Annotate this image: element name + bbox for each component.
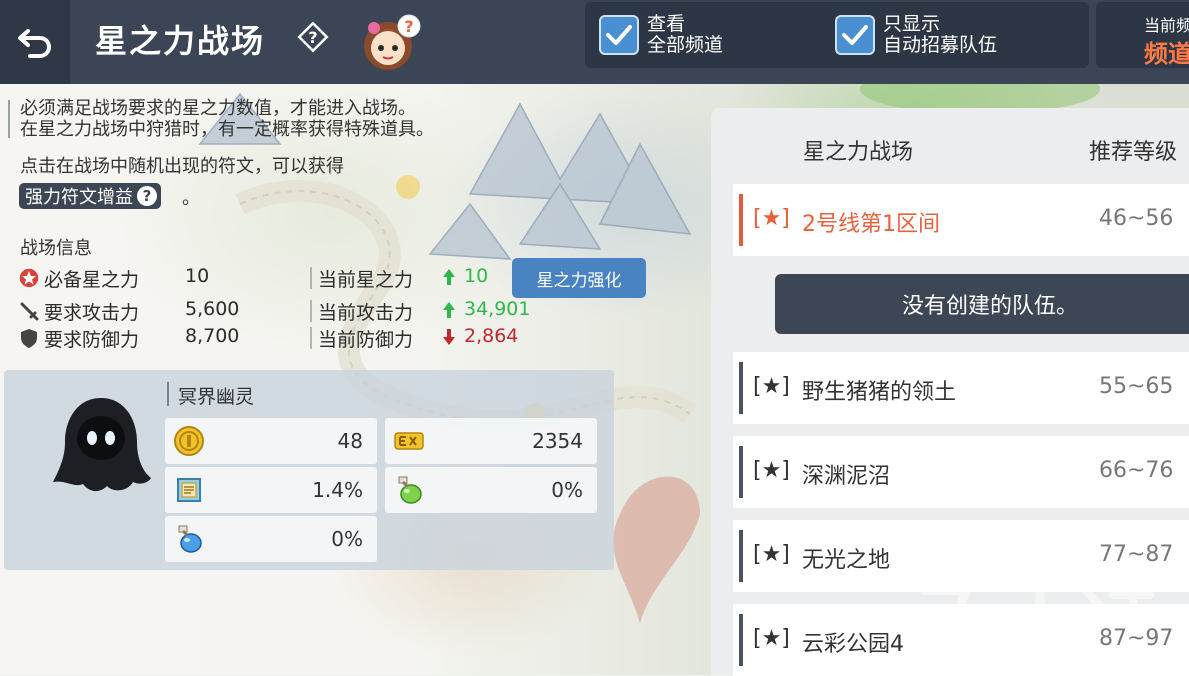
zone-star: [★] [753, 458, 790, 483]
auto-recruit-line2: 自动招募队伍 [883, 34, 998, 56]
current-attack-label: 当前攻击力 [318, 302, 414, 324]
required-attack-value: 5,600 [185, 298, 240, 320]
zone-name: 无光之地 [802, 548, 891, 573]
description-line-2: 在星之力战场中狩猎时，有一定概率获得特殊道具。 [20, 119, 434, 140]
required-attack-label: 要求攻击力 [44, 302, 140, 324]
green-potion-icon [398, 476, 422, 504]
up-arrow-icon [443, 302, 455, 318]
rune-help-icon[interactable]: ? [137, 186, 157, 206]
drop-exp-value: 2354 [532, 429, 583, 453]
blue-potion-icon [178, 525, 202, 553]
back-arrow-icon [18, 29, 51, 58]
zone-star: [★] [753, 542, 790, 567]
drop-blue-potion-value: 0% [331, 527, 363, 551]
gold-coin-icon [174, 426, 204, 456]
shield-icon [21, 329, 37, 348]
top-header: 星之力战场 ? ? 查看 全部频道 只显示 自动招募队伍 当前频 频道 [0, 0, 1189, 84]
checkbox-checked-icon[interactable] [599, 15, 639, 55]
ghost-monster-icon [53, 398, 151, 492]
stat-separator [310, 267, 312, 289]
zone-name: 2号线第1区间 [802, 212, 940, 237]
description-line-1: 必须满足战场要求的星之力数值，才能进入战场。 [20, 98, 416, 119]
stat-row-defense: 要求防御力 8,700 当前防御力 2,864 [18, 325, 518, 351]
watermark-logo-icon [920, 535, 1154, 635]
column-battlefield: 星之力战场 [803, 140, 914, 165]
required-star-force-label: 必备星之力 [44, 269, 140, 291]
current-channel-value: 频道 [1144, 40, 1189, 68]
drop-green-potion-value: 0% [551, 478, 583, 502]
battle-info-header: 战场信息 [20, 238, 92, 259]
required-defense-label: 要求防御力 [44, 329, 140, 351]
drop-meso: 48 [165, 418, 377, 464]
required-defense-value: 8,700 [185, 325, 240, 347]
zone-row[interactable]: [★] 深渊泥沼 66~76 [733, 436, 1189, 508]
current-attack-value: 34,901 [464, 298, 531, 320]
zone-star: [★] [753, 374, 790, 399]
drop-exp: 2354 [385, 418, 597, 464]
exp-icon [394, 432, 424, 450]
up-arrow-icon [443, 269, 455, 285]
zone-name: 深渊泥沼 [802, 464, 891, 489]
star-force-enhance-button[interactable]: 星之力强化 [512, 258, 646, 298]
down-arrow-icon [443, 329, 455, 345]
rune-buff-label: 强力符文增益 [25, 187, 133, 208]
view-all-channels-toggle[interactable]: 查看 全部频道 [599, 14, 723, 56]
zone-star: [★] [753, 626, 790, 651]
current-defense-label: 当前防御力 [318, 329, 414, 351]
view-all-line2: 全部频道 [647, 34, 724, 56]
zone-level: 55~65 [1099, 374, 1174, 399]
girl-mascot-icon[interactable]: ? [356, 8, 424, 76]
stat-separator [310, 300, 312, 322]
description-bar [8, 100, 10, 138]
stat-row-star-force: 必备星之力 10 当前星之力 10 [18, 265, 518, 291]
zone-row-indicator [739, 614, 743, 666]
description-period: 。 [182, 188, 200, 209]
current-star-force-value: 10 [464, 265, 489, 287]
zone-name: 云彩公园4 [802, 632, 904, 657]
svg-text:?: ? [308, 28, 317, 47]
monster-name: 冥界幽灵 [178, 386, 255, 408]
view-all-line1: 查看 [647, 13, 686, 35]
rune-buff-tag[interactable]: 强力符文增益 ? [19, 183, 161, 209]
stat-separator [310, 327, 312, 349]
current-channel-button[interactable]: 当前频 频道 [1096, 2, 1189, 68]
zone-row-indicator [739, 362, 743, 414]
svg-text:?: ? [404, 17, 413, 36]
zone-star: [★] [753, 206, 790, 231]
drop-green-potion: 0% [385, 467, 597, 513]
required-star-force-value: 10 [185, 265, 210, 287]
zone-level: 66~76 [1099, 458, 1174, 483]
zone-name: 野生猪猪的领土 [802, 380, 957, 405]
page-title: 星之力战场 [95, 22, 266, 60]
zone-row[interactable]: [★] 野生猪猪的领土 55~65 [733, 352, 1189, 424]
drop-scroll: 1.4% [165, 467, 377, 513]
filter-panel: 查看 全部频道 只显示 自动招募队伍 [585, 2, 1089, 68]
current-channel-label: 当前频 [1143, 16, 1189, 35]
scroll-icon [177, 478, 201, 502]
current-star-force-label: 当前星之力 [318, 269, 414, 291]
question-diamond-icon[interactable]: ? [296, 20, 330, 54]
checkbox-checked-icon[interactable] [835, 15, 875, 55]
zone-row-indicator [739, 194, 743, 246]
sword-icon [20, 302, 39, 321]
no-team-message: 没有创建的队伍。 [775, 274, 1189, 334]
stat-row-attack: 要求攻击力 5,600 当前攻击力 34,901 [18, 298, 530, 324]
column-recommended-level: 推荐等级 [1089, 140, 1178, 165]
drop-meso-value: 48 [337, 429, 363, 453]
auto-recruit-line1: 只显示 [883, 13, 941, 35]
drop-blue-potion: 0% [165, 516, 377, 562]
monster-name-bar [167, 382, 169, 406]
zone-level: 46~56 [1099, 206, 1174, 231]
auto-recruit-only-toggle[interactable]: 只显示 自动招募队伍 [835, 14, 997, 56]
current-defense-value: 2,864 [464, 325, 519, 347]
description-line-3: 点击在战场中随机出现的符文，可以获得 [20, 156, 344, 177]
zone-row-indicator [739, 446, 743, 498]
zone-row-indicator [739, 530, 743, 582]
zone-row[interactable]: [★] 2号线第1区间 46~56 [733, 184, 1189, 256]
drop-scroll-value: 1.4% [312, 478, 363, 502]
back-button[interactable] [0, 0, 70, 84]
monster-card: 冥界幽灵 48 2354 1.4% 0% 0% [4, 370, 614, 570]
star-force-icon [18, 267, 40, 289]
